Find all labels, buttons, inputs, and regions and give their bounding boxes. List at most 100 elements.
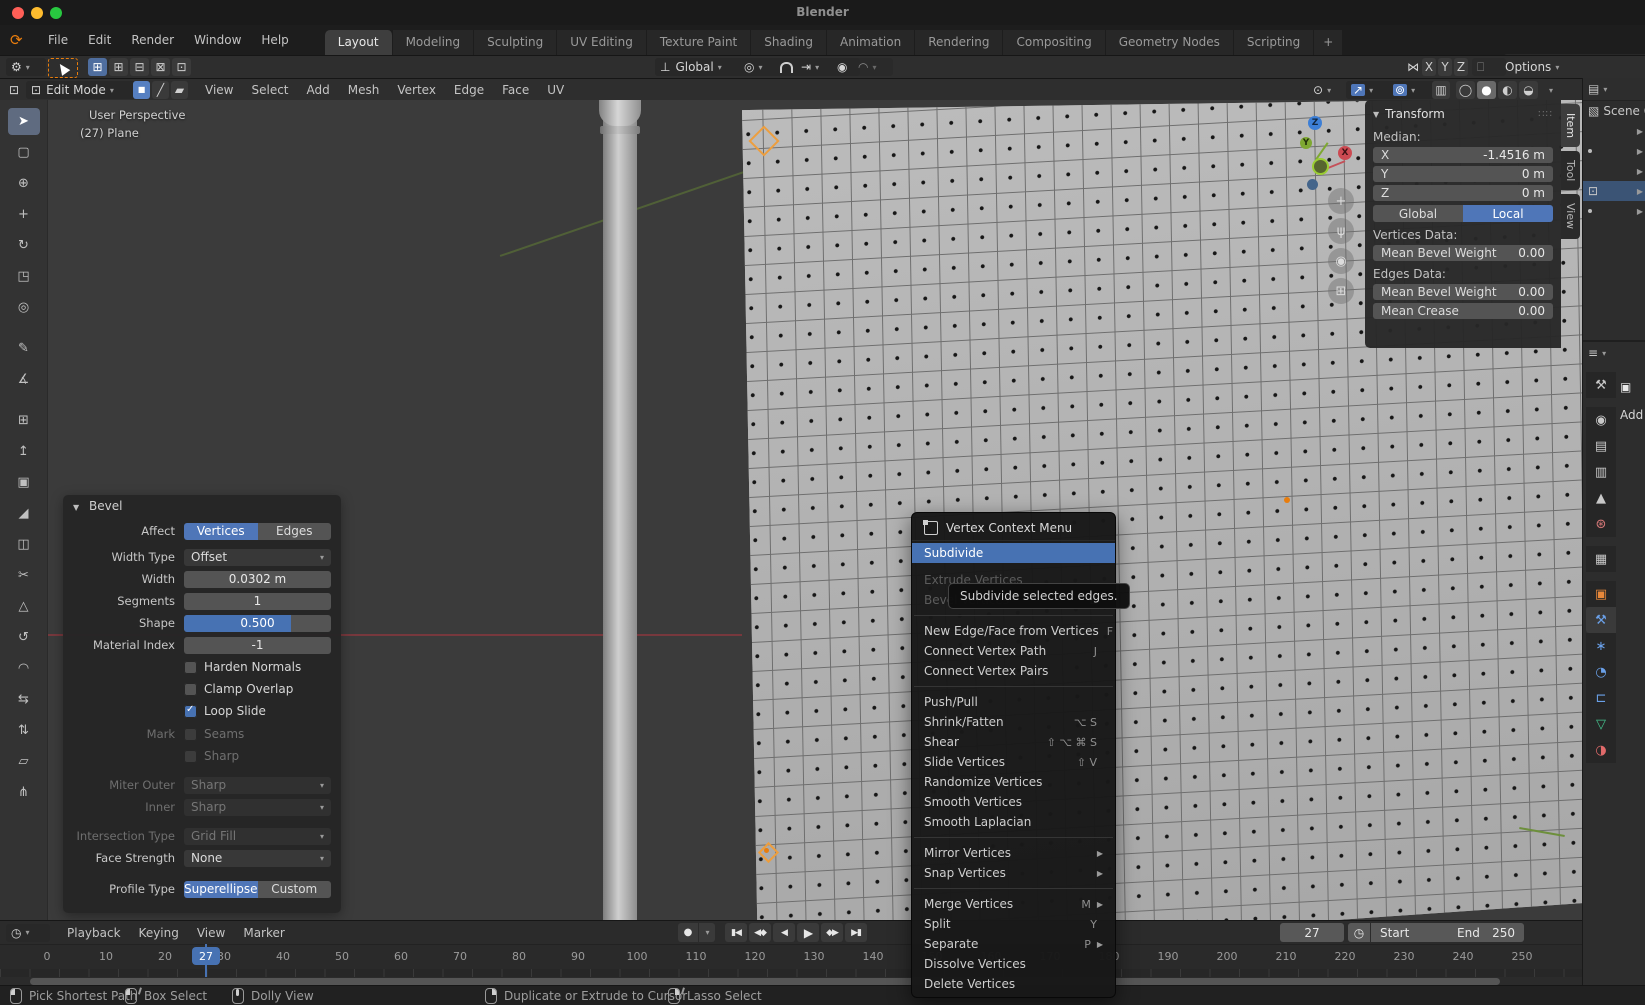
workspace-tab[interactable]: Scripting: [1233, 30, 1315, 55]
tool-poly-build[interactable]: △: [8, 593, 40, 620]
properties-tab-object[interactable]: ▣: [1586, 581, 1616, 607]
context-menu-item[interactable]: Slide Vertices ⇧ V: [912, 752, 1115, 772]
tool-cursor[interactable]: ⊕: [8, 170, 40, 197]
context-menu-item[interactable]: New Edge/Face from Vertices F: [912, 621, 1115, 641]
face-select-mode-button[interactable]: ▰: [171, 81, 188, 99]
select-mode-invert-button[interactable]: ⊠: [151, 58, 170, 76]
select-mode-new-button[interactable]: ⊞: [88, 58, 107, 76]
properties-tab-view-layer[interactable]: ▥: [1586, 459, 1616, 485]
timeline-menu[interactable]: Playback: [58, 922, 130, 944]
outliner-row-selected[interactable]: ⊡ ▶: [1583, 181, 1645, 201]
context-menu-item[interactable]: Smooth Laplacian: [912, 812, 1115, 832]
tool-extrude[interactable]: ↥: [8, 438, 40, 465]
keying-set-dropdown[interactable]: ▾: [699, 923, 715, 942]
use-preview-range-button[interactable]: ◷: [1348, 923, 1370, 942]
tool-spin[interactable]: ↺: [8, 624, 40, 651]
profile-superellipse-button[interactable]: Superellipse: [184, 880, 258, 898]
menu[interactable]: Edit: [78, 29, 121, 51]
pan-button[interactable]: ψ: [1328, 218, 1354, 244]
shading-wireframe-button[interactable]: ◯: [1456, 81, 1475, 99]
tool-transform[interactable]: ◎: [8, 294, 40, 321]
workspace-tab[interactable]: Modeling: [392, 30, 475, 55]
zoom-button[interactable]: +: [1328, 188, 1354, 214]
properties-tab-world[interactable]: ⊛: [1586, 511, 1616, 537]
blender-logo-icon[interactable]: ⟳: [10, 32, 32, 48]
workspace-tab[interactable]: Texture Paint: [646, 30, 752, 55]
properties-tab-data[interactable]: ▽: [1586, 711, 1616, 737]
width-type-dropdown[interactable]: Offset ▾: [184, 548, 331, 566]
edge-data-field[interactable]: Mean Bevel Weight 0.00: [1373, 284, 1553, 300]
mirror-z-button[interactable]: Z: [1454, 58, 1468, 76]
bevel-panel-header[interactable]: ▼ Bevel: [73, 499, 331, 521]
context-menu-item[interactable]: Push/Pull: [912, 692, 1115, 712]
outliner-row[interactable]: ▶: [1583, 121, 1645, 141]
add-modifier-button[interactable]: Add Modifier: [1620, 408, 1645, 422]
timeline-scrollbar[interactable]: [30, 978, 1500, 985]
width-field[interactable]: 0.0302 m: [184, 570, 331, 588]
timeline-editor-type[interactable]: ◷ ▾: [6, 923, 50, 942]
properties-tab-tool[interactable]: ⚒: [1586, 372, 1616, 398]
affect-vertices-button[interactable]: Vertices: [184, 522, 258, 540]
gizmos-dropdown[interactable]: ↗ ▾: [1346, 81, 1394, 99]
context-menu-item[interactable]: Mirror Vertices ▶: [912, 843, 1115, 863]
menu[interactable]: File: [38, 29, 78, 51]
context-menu-item[interactable]: Merge Vertices M ▶: [912, 894, 1115, 914]
prev-keyframe-button[interactable]: ◀◆: [749, 923, 771, 942]
xray-toggle-button[interactable]: ▥: [1432, 81, 1450, 99]
sidebar-tab[interactable]: View: [1561, 194, 1580, 239]
outliner-row-scene-collection[interactable]: ▧ Scene Collection: [1583, 101, 1645, 121]
tool-move[interactable]: +: [8, 201, 40, 228]
menu[interactable]: Render: [121, 29, 184, 51]
overlays-dropdown[interactable]: ⊚ ▾: [1388, 81, 1436, 99]
properties-tab-physics[interactable]: ◔: [1586, 659, 1616, 685]
transform-orientation-dropdown[interactable]: ⊥ Global ▾: [655, 58, 743, 76]
outliner-row[interactable]: ▶: [1583, 141, 1645, 161]
intersection-type-dropdown[interactable]: Grid Fill ▾: [184, 827, 331, 845]
context-menu-item[interactable]: Connect Vertex Pairs: [912, 661, 1115, 681]
tool-scale[interactable]: ◳: [8, 263, 40, 290]
seams-checkbox[interactable]: [184, 727, 197, 741]
camera-view-button[interactable]: ◉: [1328, 248, 1354, 274]
shape-slider[interactable]: 0.500: [184, 614, 331, 632]
mirror-y-button[interactable]: Y: [1438, 58, 1452, 76]
outliner-row[interactable]: ▶: [1583, 161, 1645, 181]
tool-annotate[interactable]: ✎: [8, 335, 40, 362]
global-button[interactable]: Global: [1373, 205, 1463, 222]
viewport-menu[interactable]: Select: [242, 81, 297, 99]
tool-smooth[interactable]: ◠: [8, 655, 40, 682]
viewport-menu[interactable]: Face: [493, 81, 538, 99]
shading-material-button[interactable]: ◐: [1498, 81, 1517, 99]
workspace-tab[interactable]: Layout: [324, 30, 393, 55]
workspace-tab[interactable]: Rendering: [915, 30, 1004, 55]
pivot-point-dropdown[interactable]: ◎ ▾: [739, 58, 779, 76]
median-field[interactable]: X -1.4516 m: [1373, 147, 1553, 163]
frame-end-field[interactable]: End 250: [1448, 923, 1524, 942]
context-menu-item[interactable]: Smooth Vertices: [912, 792, 1115, 812]
select-mode-subtract-button[interactable]: ⊟: [130, 58, 149, 76]
properties-tab-constraints[interactable]: ⊏: [1586, 685, 1616, 711]
viewport-menu[interactable]: Mesh: [339, 81, 389, 99]
tool-add-cube[interactable]: ⊞: [8, 407, 40, 434]
transform-panel-header[interactable]: ▼ Transform ∷∷: [1373, 104, 1553, 124]
viewport-menu[interactable]: Vertex: [388, 81, 445, 99]
properties-header[interactable]: ≡ ▾: [1583, 342, 1645, 364]
loop-slide-checkbox[interactable]: [184, 704, 197, 718]
mode-dropdown[interactable]: ⊡ Edit Mode ▾: [26, 81, 136, 99]
context-menu-item[interactable]: [914, 615, 1113, 616]
play-button[interactable]: ▶: [797, 923, 819, 942]
context-menu-item[interactable]: Delete Vertices: [912, 974, 1115, 994]
timeline-menu[interactable]: Marker: [234, 922, 293, 944]
next-keyframe-button[interactable]: ◆▶: [821, 923, 843, 942]
workspace-tab[interactable]: Shading: [751, 30, 827, 55]
context-menu-item[interactable]: [912, 563, 1115, 570]
prev-frame-button[interactable]: ◀: [773, 923, 795, 942]
viewport-menu[interactable]: View: [196, 81, 242, 99]
median-field[interactable]: Z 0 m: [1373, 185, 1553, 201]
select-mode-intersect-button[interactable]: ⊡: [172, 58, 191, 76]
context-menu-item[interactable]: Shrink/Fatten ⌥ S: [912, 712, 1115, 732]
material-index-field[interactable]: -1: [184, 636, 331, 654]
workspace-tab[interactable]: Compositing: [1003, 30, 1106, 55]
gizmo-origin[interactable]: [1312, 158, 1329, 175]
gizmo-x-axis[interactable]: X: [1338, 146, 1352, 160]
sidebar-tab[interactable]: Item: [1561, 104, 1580, 148]
